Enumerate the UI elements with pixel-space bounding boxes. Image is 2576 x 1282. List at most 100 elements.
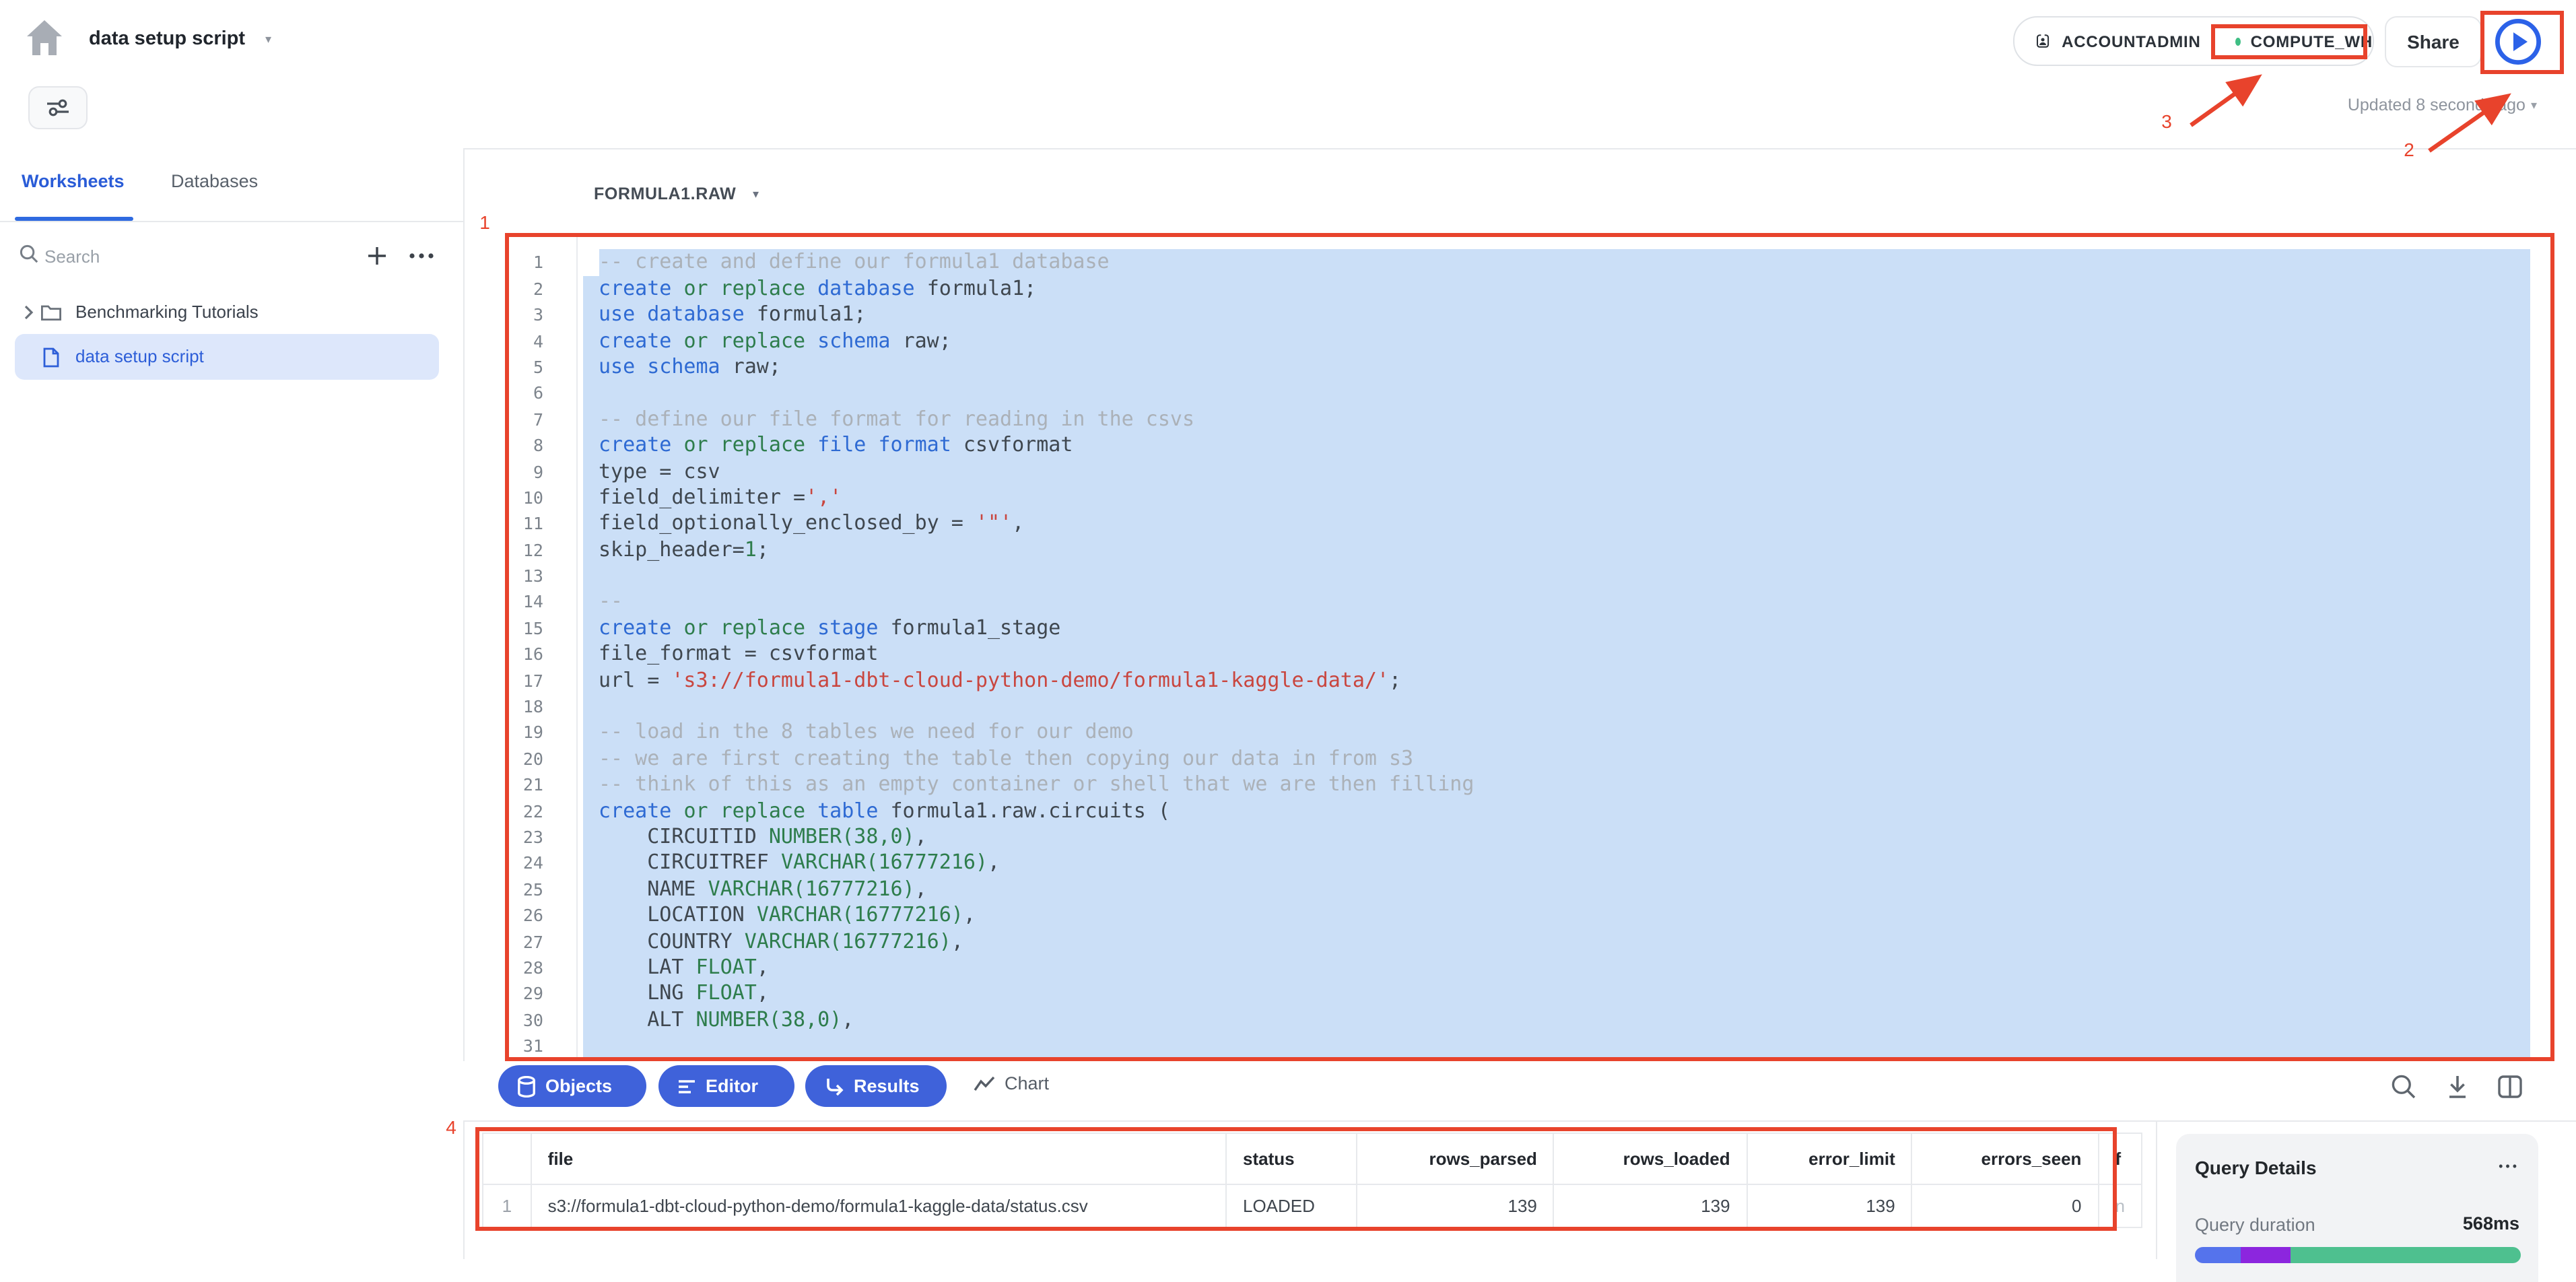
line-number: 17 (505, 667, 543, 694)
context-pill[interactable]: ACCOUNTADMIN COMPUTE_WH (2013, 16, 2374, 66)
tab-worksheets[interactable]: Worksheets (22, 171, 125, 191)
cell-rownum[interactable]: 1 (483, 1184, 531, 1227)
chevron-down-icon[interactable]: ▾ (753, 187, 759, 202)
cell-first_error[interactable]: n (2098, 1184, 2142, 1227)
chevron-down-icon[interactable]: ▾ (265, 32, 271, 47)
code-line[interactable]: 28 LAT FLOAT, (505, 955, 2553, 981)
code-text: LOCATION VARCHAR(16777216), (599, 902, 976, 929)
code-line[interactable]: 5use schema raw; (505, 354, 2553, 380)
code-line[interactable]: 25 NAME VARCHAR(16777216), (505, 877, 2553, 903)
chart-button[interactable]: Chart (974, 1073, 1049, 1093)
role-label[interactable]: ACCOUNTADMIN (2062, 32, 2200, 50)
column-header-error_limit[interactable]: error_limit (1747, 1133, 1912, 1184)
code-line[interactable]: 22create or replace table formula1.raw.c… (505, 798, 2553, 824)
query-duration-bar (2195, 1247, 2521, 1263)
code-line[interactable]: 30 ALT NUMBER(38,0), (505, 1007, 2553, 1033)
code-line[interactable]: 18 (505, 694, 2553, 720)
line-number: 10 (505, 485, 543, 511)
tab-databases[interactable]: Databases (171, 171, 258, 191)
code-line[interactable]: 23 CIRCUITID NUMBER(38,0), (505, 824, 2553, 850)
code-line[interactable]: 14-- (505, 589, 2553, 615)
code-line[interactable]: 6 (505, 380, 2553, 407)
code-line[interactable]: 10field_delimiter =',' (505, 485, 2553, 511)
chevron-right-icon[interactable] (23, 304, 34, 320)
code-text: CIRCUITID NUMBER(38,0), (599, 824, 927, 850)
column-header-rows_loaded[interactable]: rows_loaded (1554, 1133, 1747, 1184)
line-number: 27 (505, 929, 543, 955)
database-schema-selector[interactable]: FORMULA1.RAW (594, 184, 736, 203)
code-line[interactable]: 9type = csv (505, 459, 2553, 485)
code-line[interactable]: 31 (505, 1033, 2553, 1059)
code-line[interactable]: 7-- define our file format for reading i… (505, 406, 2553, 432)
sidebar-search[interactable]: Search (0, 232, 463, 283)
more-options-icon[interactable] (408, 252, 435, 260)
column-header-first_error[interactable]: f (2098, 1133, 2142, 1184)
home-button[interactable] (24, 19, 65, 57)
cell-rows_parsed[interactable]: 139 (1357, 1184, 1554, 1227)
cell-error_limit[interactable]: 139 (1747, 1184, 1912, 1227)
code-line[interactable]: 13 (505, 563, 2553, 589)
code-line[interactable]: 26 LOCATION VARCHAR(16777216), (505, 902, 2553, 929)
column-header-file[interactable]: file (531, 1133, 1226, 1184)
code-line[interactable]: 3use database formula1; (505, 302, 2553, 328)
table-row[interactable]: 1s3://formula1-dbt-cloud-python-demo/for… (483, 1184, 2142, 1227)
objects-button[interactable]: Objects (498, 1065, 646, 1107)
code-line[interactable]: 15create or replace stage formula1_stage (505, 615, 2553, 642)
cell-file[interactable]: s3://formula1-dbt-cloud-python-demo/form… (531, 1184, 1226, 1227)
query-details-card: Query Details ••• Query duration 568ms (2176, 1134, 2538, 1282)
code-line[interactable]: 29 LNG FLOAT, (505, 981, 2553, 1007)
last-updated-text: Updated 8 seconds ago (2348, 96, 2526, 114)
line-number: 19 (505, 720, 543, 746)
code-line[interactable]: 11field_optionally_enclosed_by = '"', (505, 511, 2553, 537)
cell-rows_loaded[interactable]: 139 (1554, 1184, 1747, 1227)
worksheet-title[interactable]: data setup script (89, 28, 245, 50)
cell-status[interactable]: LOADED (1226, 1184, 1357, 1227)
code-line[interactable]: 27 COUNTRY VARCHAR(16777216), (505, 929, 2553, 955)
code-line[interactable]: 16file_format = csvformat (505, 642, 2553, 668)
code-line[interactable]: 21-- think of this as an empty container… (505, 772, 2553, 798)
warehouse-label[interactable]: COMPUTE_WH (2251, 32, 2373, 50)
line-number: 4 (505, 328, 543, 354)
sidebar-item-folder[interactable]: Benchmarking Tutorials (0, 294, 463, 334)
share-button[interactable]: Share (2385, 16, 2482, 67)
cell-errors_seen[interactable]: 0 (1912, 1184, 2099, 1227)
results-button[interactable]: Results (805, 1065, 947, 1107)
line-number: 24 (505, 850, 543, 877)
line-number: 6 (505, 380, 543, 407)
filters-button[interactable] (28, 86, 88, 129)
code-line[interactable]: 17url = 's3://formula1-dbt-cloud-python-… (505, 667, 2553, 694)
split-pane-icon[interactable] (2497, 1073, 2523, 1100)
line-number: 28 (505, 955, 543, 981)
sql-editor[interactable]: 1-- create and define our formula1 datab… (505, 237, 2553, 1060)
results-table[interactable]: filestatusrows_parsedrows_loadederror_li… (482, 1133, 2142, 1228)
more-options-icon[interactable]: ••• (2499, 1159, 2519, 1173)
folder-label: Benchmarking Tutorials (75, 302, 259, 322)
line-number: 8 (505, 432, 543, 459)
code-text: LAT FLOAT, (599, 955, 769, 981)
add-worksheet-icon[interactable] (366, 245, 388, 267)
column-header-errors_seen[interactable]: errors_seen (1912, 1133, 2099, 1184)
run-button[interactable] (2491, 15, 2544, 67)
code-line[interactable]: 20-- we are first creating the table the… (505, 746, 2553, 772)
column-header-status[interactable]: status (1226, 1133, 1357, 1184)
code-line[interactable]: 8create or replace file format csvformat (505, 432, 2553, 459)
code-text: CIRCUITREF VARCHAR(16777216), (599, 850, 1000, 877)
line-number: 1 (505, 250, 543, 276)
code-line[interactable]: 4create or replace schema raw; (505, 328, 2553, 354)
code-line[interactable]: 1-- create and define our formula1 datab… (505, 250, 2553, 276)
code-line[interactable]: 12skip_header=1; (505, 537, 2553, 563)
code-line[interactable]: 2create or replace database formula1; (505, 276, 2553, 302)
code-line[interactable]: 24 CIRCUITREF VARCHAR(16777216), (505, 850, 2553, 877)
column-header-rows_parsed[interactable]: rows_parsed (1357, 1133, 1554, 1184)
sidebar-item-selected[interactable]: data setup script (15, 334, 439, 380)
search-results-icon[interactable] (2390, 1073, 2417, 1100)
warehouse-status-dot (2236, 37, 2241, 45)
results-table-container: filestatusrows_parsedrows_loadederror_li… (482, 1133, 2142, 1259)
column-header-rownum[interactable] (483, 1133, 531, 1184)
code-line[interactable]: 19-- load in the 8 tables we need for ou… (505, 720, 2553, 746)
download-icon[interactable] (2444, 1073, 2471, 1100)
line-number: 21 (505, 772, 543, 798)
editor-button[interactable]: Editor (658, 1065, 794, 1107)
selection-highlight (582, 459, 2530, 485)
last-updated[interactable]: Updated 8 seconds ago ▾ (2348, 96, 2537, 114)
